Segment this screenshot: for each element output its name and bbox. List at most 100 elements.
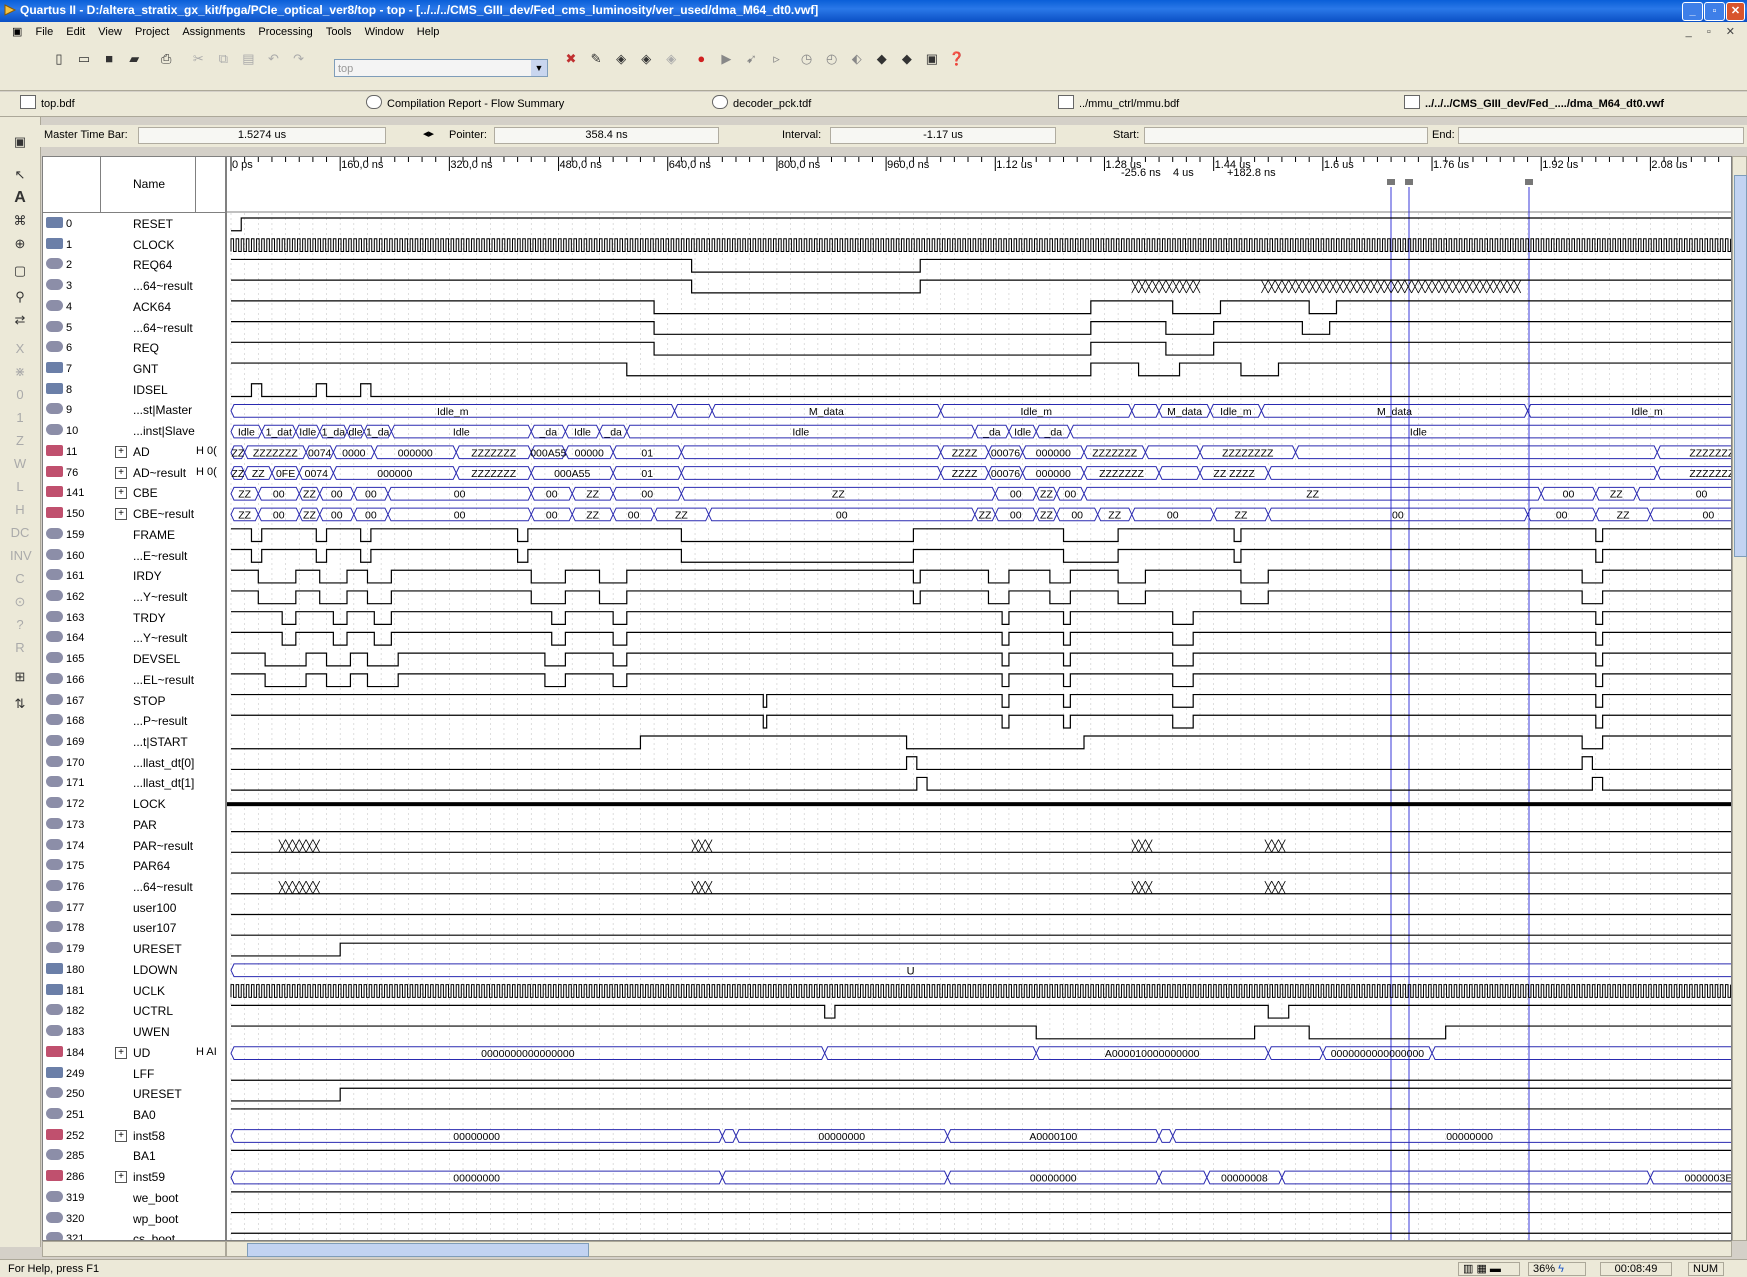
signal-row[interactable]: 150 + CBE~result	[43, 504, 225, 525]
signal-row[interactable]: 4 ACK64	[43, 297, 225, 318]
uninitialized-icon[interactable]: X	[10, 339, 30, 359]
menu-window[interactable]: Window	[360, 23, 409, 38]
redo-icon[interactable]: ↷	[289, 49, 309, 69]
count-value-icon[interactable]: C	[10, 569, 30, 589]
signal-row[interactable]: 251 BA0	[43, 1105, 225, 1126]
paste-icon[interactable]: ▤	[238, 49, 258, 69]
signal-row[interactable]: 320 wp_boot	[43, 1209, 225, 1230]
menu-tools[interactable]: Tools	[321, 23, 357, 38]
cut-icon[interactable]: ✂	[188, 49, 208, 69]
fitter-icon[interactable]: ◈	[636, 49, 656, 69]
dont-care-icon[interactable]: DC	[10, 523, 30, 543]
expand-icon[interactable]: +	[115, 445, 127, 458]
waveform-canvas[interactable]: 0 ps 160,0 ns 320,0 ns 480,0 ns 640,0 ns 800,…	[227, 157, 1731, 1240]
zoom-tool-icon[interactable]: ⊕	[10, 234, 30, 254]
signal-row[interactable]: 286 + inst59	[43, 1167, 225, 1188]
weak-low-icon[interactable]: L	[10, 477, 30, 497]
time-bar-nav-arrows[interactable]: ◂▸	[423, 127, 434, 140]
open-folder-icon[interactable]: ▭	[74, 49, 94, 69]
signal-row[interactable]: 319 we_boot	[43, 1188, 225, 1209]
signal-row[interactable]: 0 RESET	[43, 214, 225, 235]
signal-row[interactable]: 170 ...llast_dt[0]	[43, 753, 225, 774]
waveform-editing-tool-icon[interactable]: ⌘	[10, 211, 30, 231]
signal-row[interactable]: 176 ...64~result	[43, 877, 225, 898]
signal-row[interactable]: 321 cs_boot	[43, 1229, 225, 1240]
pencil-icon[interactable]: ✎	[586, 49, 606, 69]
chevron-down-icon[interactable]: ▼	[531, 60, 547, 76]
signal-row[interactable]: 76 + AD~result H 0(	[43, 463, 225, 484]
signal-row[interactable]: 177 user100	[43, 898, 225, 919]
tab-compilation-report[interactable]: Compilation Report - Flow Summary	[366, 95, 564, 113]
signal-row[interactable]: 7 GNT	[43, 359, 225, 380]
invert-icon[interactable]: INV	[10, 546, 32, 566]
signal-row[interactable]: 181 UCLK	[43, 981, 225, 1002]
signal-row[interactable]: 163 TRDY	[43, 608, 225, 629]
signal-row[interactable]: 184 + UD H AI	[43, 1043, 225, 1064]
save-all-icon[interactable]: ▰	[124, 49, 144, 69]
signal-row[interactable]: 8 IDSEL	[43, 380, 225, 401]
assembler-icon[interactable]: ◈	[661, 49, 681, 69]
stop-icon[interactable]: ●	[691, 49, 711, 69]
scroll-thumb[interactable]	[1734, 175, 1747, 557]
signal-row[interactable]: 173 PAR	[43, 815, 225, 836]
signal-row[interactable]: 141 + CBE	[43, 483, 225, 504]
signal-row[interactable]: 250 URESET	[43, 1084, 225, 1105]
signal-row[interactable]: 179 URESET	[43, 939, 225, 960]
start-timing-icon[interactable]: ▹	[767, 49, 787, 69]
find-icon[interactable]: ⚲	[10, 287, 30, 307]
menu-edit[interactable]: Edit	[61, 23, 90, 38]
weak-high-icon[interactable]: H	[10, 500, 30, 520]
tab-mmu-bdf[interactable]: ../mmu_ctrl/mmu.bdf	[1058, 95, 1179, 113]
maximize-button[interactable]: ▫	[1704, 2, 1725, 21]
start-compilation-icon[interactable]: ▶	[716, 49, 736, 69]
tab-decoder-tdf[interactable]: decoder_pck.tdf	[712, 95, 811, 113]
mdi-doc-icon[interactable]: ▣	[0, 22, 27, 38]
signal-row[interactable]: 180 LDOWN	[43, 960, 225, 981]
help-icon[interactable]: ❓	[947, 49, 967, 69]
forcing-high-icon[interactable]: 1	[10, 408, 30, 428]
settings-icon[interactable]: ✖	[561, 49, 581, 69]
clock-value-icon[interactable]: ⊙	[10, 592, 30, 612]
menu-help[interactable]: Help	[412, 23, 445, 38]
project-hierarchy-combo[interactable]: top ▼	[334, 59, 548, 77]
waveform-vertical-scrollbar[interactable]	[1732, 156, 1747, 1241]
close-button[interactable]: ✕	[1726, 2, 1745, 21]
signal-row[interactable]: 164 ...Y~result	[43, 628, 225, 649]
signal-row[interactable]: 160 ...E~result	[43, 546, 225, 567]
signal-row[interactable]: 182 UCTRL	[43, 1001, 225, 1022]
signal-row[interactable]: 162 ...Y~result	[43, 587, 225, 608]
signal-row[interactable]: 178 user107	[43, 918, 225, 939]
undo-icon[interactable]: ↶	[264, 49, 284, 69]
signal-row[interactable]: 6 REQ	[43, 338, 225, 359]
sort-icon[interactable]: ⇅	[10, 694, 30, 714]
tab-dma-vwf[interactable]: ../../../CMS_GIII_dev/Fed_..../dma_M64_d…	[1404, 95, 1664, 113]
waveform-settings-icon[interactable]: ▣	[10, 132, 30, 152]
expand-icon[interactable]: +	[115, 466, 127, 479]
signal-row[interactable]: 2 REQ64	[43, 255, 225, 276]
signal-row[interactable]: 159 FRAME	[43, 525, 225, 546]
timer-icon[interactable]: ◷	[797, 49, 817, 69]
signal-row[interactable]: 171 ...llast_dt[1]	[43, 773, 225, 794]
signal-row[interactable]: 169 ...t|START	[43, 732, 225, 753]
print-icon[interactable]: ⎙	[156, 49, 176, 69]
simulation-icon[interactable]: ◆	[872, 49, 892, 69]
rtl-viewer-icon[interactable]: ⬖	[847, 49, 867, 69]
forcing-unknown-icon[interactable]: ⋇	[10, 362, 30, 382]
new-file-icon[interactable]: ▯	[49, 49, 69, 69]
tab-top-bdf[interactable]: top.bdf	[20, 95, 75, 113]
signal-row[interactable]: 165 DEVSEL	[43, 649, 225, 670]
menu-assignments[interactable]: Assignments	[177, 23, 250, 38]
weak-unknown-icon[interactable]: W	[10, 454, 30, 474]
signal-row[interactable]: 285 BA1	[43, 1146, 225, 1167]
snap-to-grid-icon[interactable]: ⊞	[10, 667, 30, 687]
expand-icon[interactable]: +	[115, 487, 127, 500]
waveform-horizontal-scrollbar[interactable]	[226, 1241, 1732, 1257]
random-value-icon[interactable]: R	[10, 638, 30, 658]
signal-row[interactable]: 168 ...P~result	[43, 711, 225, 732]
timer2-icon[interactable]: ◴	[822, 49, 842, 69]
signal-row[interactable]: 249 LFF	[43, 1064, 225, 1085]
chip-planner-icon[interactable]: ▣	[922, 49, 942, 69]
replace-icon[interactable]: ⇄	[10, 310, 30, 330]
signal-row[interactable]: 11 + AD H 0(	[43, 442, 225, 463]
menu-processing[interactable]: Processing	[253, 23, 317, 38]
